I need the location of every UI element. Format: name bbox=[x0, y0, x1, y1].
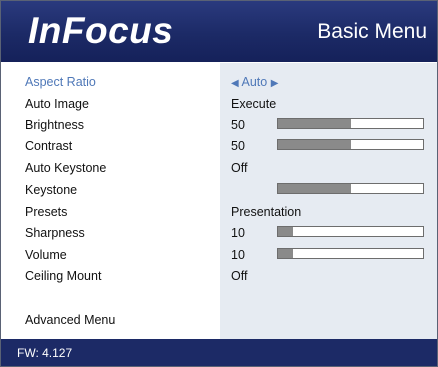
volume-slider[interactable] bbox=[277, 248, 424, 259]
ceiling-mount-value[interactable]: Off bbox=[231, 268, 247, 284]
sharpness-slider-fill bbox=[278, 227, 293, 236]
auto-image-value[interactable]: Execute bbox=[231, 96, 276, 112]
menu-item-advanced-menu[interactable]: Advanced Menu bbox=[25, 312, 115, 328]
triangle-left-icon[interactable]: ◀ bbox=[231, 78, 239, 89]
brightness-slider-fill bbox=[278, 119, 351, 128]
menu-item-presets[interactable]: Presets bbox=[25, 204, 67, 220]
keystone-slider[interactable] bbox=[277, 183, 424, 194]
menu-title: Basic Menu bbox=[317, 20, 427, 43]
menu-item-aspect-ratio[interactable]: Aspect Ratio bbox=[25, 74, 96, 90]
menu-item-sharpness[interactable]: Sharpness bbox=[25, 225, 85, 241]
volume-value: 10 bbox=[231, 248, 245, 262]
sharpness-slider[interactable] bbox=[277, 226, 424, 237]
brightness-slider[interactable] bbox=[277, 118, 424, 129]
presets-value[interactable]: Presentation bbox=[231, 204, 301, 220]
brightness-value: 50 bbox=[231, 118, 245, 132]
menu-item-ceiling-mount[interactable]: Ceiling Mount bbox=[25, 268, 101, 284]
osd-footer: FW: 4.127 bbox=[1, 339, 437, 366]
contrast-slider-fill bbox=[278, 140, 351, 149]
aspect-ratio-value-text: Auto bbox=[241, 75, 268, 89]
menu-item-auto-keystone[interactable]: Auto Keystone bbox=[25, 160, 106, 176]
osd-header: InFocus Basic Menu bbox=[1, 1, 437, 62]
menu-item-volume[interactable]: Volume bbox=[25, 247, 67, 263]
menu-item-brightness[interactable]: Brightness bbox=[25, 117, 84, 133]
aspect-ratio-value[interactable]: ◀ Auto ▶ bbox=[231, 74, 278, 92]
triangle-right-icon[interactable]: ▶ bbox=[271, 78, 279, 89]
auto-keystone-value[interactable]: Off bbox=[231, 160, 247, 176]
contrast-slider[interactable] bbox=[277, 139, 424, 150]
menu-item-contrast[interactable]: Contrast bbox=[25, 138, 72, 154]
sharpness-value: 10 bbox=[231, 226, 245, 240]
volume-slider-fill bbox=[278, 249, 293, 258]
projector-osd: InFocus Basic Menu Aspect Ratio ◀ Auto ▶… bbox=[0, 0, 438, 367]
contrast-value: 50 bbox=[231, 139, 245, 153]
keystone-slider-fill bbox=[278, 184, 351, 193]
infocus-logo: InFocus bbox=[28, 10, 174, 51]
menu-item-keystone[interactable]: Keystone bbox=[25, 182, 77, 198]
firmware-version: FW: 4.127 bbox=[17, 346, 73, 360]
menu-item-auto-image[interactable]: Auto Image bbox=[25, 96, 89, 112]
